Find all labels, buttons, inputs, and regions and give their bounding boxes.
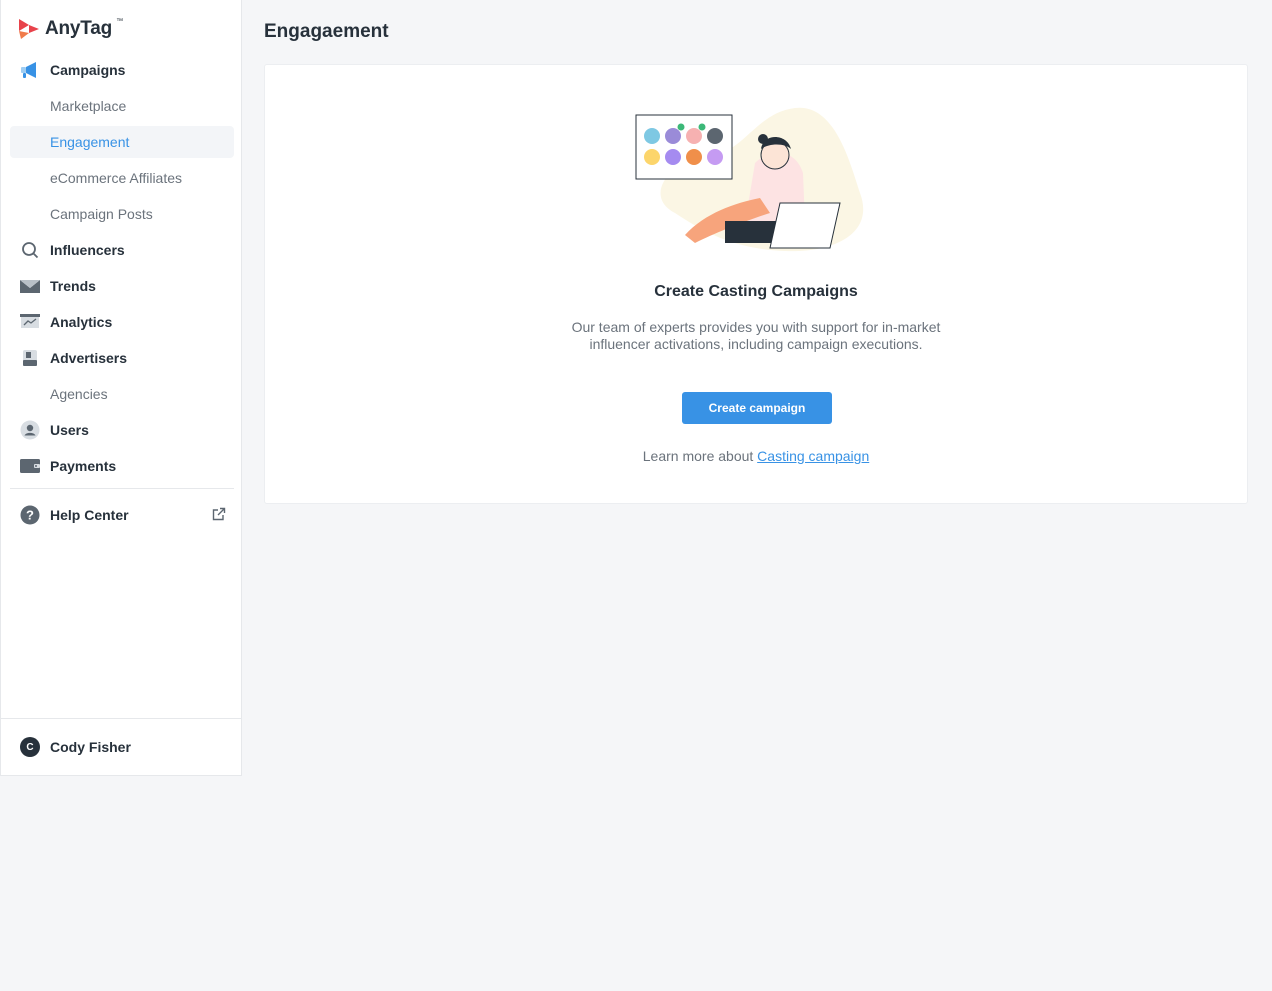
casting-illustration — [635, 107, 864, 252]
megaphone-icon — [20, 60, 40, 80]
anytag-logo-icon — [19, 19, 39, 39]
sidebar-item-label: Engagement — [50, 134, 130, 150]
sidebar-item-marketplace[interactable]: Marketplace — [10, 90, 234, 122]
brand-name: AnyTag — [45, 18, 113, 39]
sidebar-divider — [10, 488, 234, 489]
sidebar-item-help-center[interactable]: ? Help Center — [10, 499, 234, 531]
sidebar-item-agencies[interactable]: Agencies — [10, 378, 234, 410]
empty-state-desc-line: influencer activations, including campai… — [589, 336, 923, 352]
avatar: C — [20, 737, 40, 757]
sidebar-item-label: eCommerce Affiliates — [50, 170, 183, 186]
sidebar-item-analytics[interactable]: Analytics — [10, 306, 234, 338]
empty-state-card: Create Casting Campaigns Our team of exp… — [264, 64, 1248, 504]
user-icon — [20, 420, 40, 440]
help-icon: ? — [20, 505, 40, 525]
sidebar-item-label: Marketplace — [50, 98, 127, 114]
analytics-icon — [20, 312, 40, 332]
sidebar-item-campaigns[interactable]: Campaigns — [10, 54, 234, 86]
sidebar-item-label: Agencies — [50, 386, 108, 402]
learn-more-prefix: Learn more about — [642, 448, 758, 464]
sidebar-item-advertisers[interactable]: Advertisers — [10, 342, 234, 374]
empty-state-description: Our team of experts provides you with su… — [265, 319, 1247, 353]
user-name: Cody Fisher — [50, 739, 131, 755]
sidebar-item-label: Campaign Posts — [50, 206, 153, 222]
wallet-icon — [20, 456, 40, 476]
sidebar-item-trends[interactable]: Trends — [10, 270, 234, 302]
sidebar-item-payments[interactable]: Payments — [10, 450, 234, 482]
brand-tm: ™ — [116, 17, 124, 25]
sidebar-item-ecommerce-affiliates[interactable]: eCommerce Affiliates — [10, 162, 234, 194]
learn-more: Learn more about Casting campaign — [265, 448, 1247, 464]
sidebar-item-engagement[interactable]: Engagement — [10, 126, 234, 158]
svg-text:?: ? — [26, 508, 34, 523]
external-link-icon[interactable] — [212, 507, 226, 524]
sidebar-item-label: Users — [50, 422, 89, 438]
sidebar-item-label: Trends — [50, 278, 96, 294]
sidebar-item-label: Analytics — [50, 314, 113, 330]
sidebar-item-label: Campaigns — [50, 62, 126, 78]
user-profile[interactable]: C Cody Fisher — [1, 718, 242, 775]
search-icon — [20, 240, 40, 260]
sidebar-item-label: Help Center — [50, 507, 129, 523]
sidebar-item-label: Influencers — [50, 242, 125, 258]
sidebar-item-campaign-posts[interactable]: Campaign Posts — [10, 198, 234, 230]
sidebar-item-influencers[interactable]: Influencers — [10, 234, 234, 266]
sidebar: AnyTag ™ Campaigns Marketplace Engagement… — [0, 0, 242, 776]
logo[interactable]: AnyTag ™ — [17, 16, 123, 42]
advertiser-icon — [20, 348, 40, 368]
trends-icon — [20, 276, 40, 296]
create-campaign-button[interactable]: Create campaign — [682, 392, 832, 424]
sidebar-item-label: Advertisers — [50, 350, 128, 366]
empty-state-title: Create Casting Campaigns — [654, 283, 858, 300]
empty-state-desc-line: Our team of experts provides you with su… — [571, 319, 941, 335]
page-title: Engagaement — [264, 21, 389, 42]
casting-campaign-link[interactable]: Casting campaign — [757, 448, 869, 464]
sidebar-item-users[interactable]: Users — [10, 414, 234, 446]
sidebar-item-label: Payments — [50, 458, 117, 474]
sidebar-nav: Campaigns Marketplace Engagement eCommer… — [10, 54, 234, 535]
